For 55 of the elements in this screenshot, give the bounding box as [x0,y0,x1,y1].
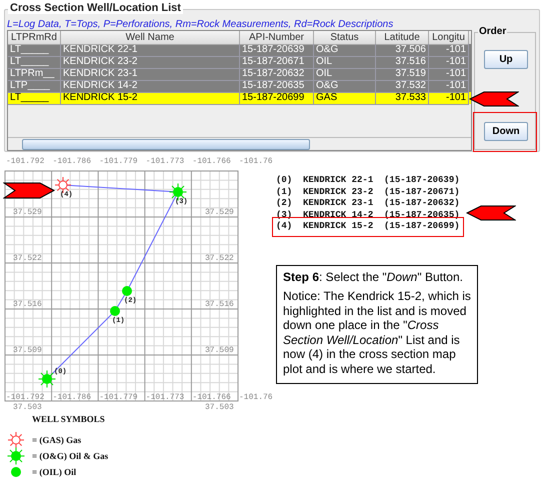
table-row[interactable]: LT_____ KENDRICK 22-1 15-187-20639 O&G 37.506 -101 [8,44,471,56]
axis-tick-label: -101.766 [192,393,231,402]
table-cell: LT_____ [8,92,61,105]
horizontal-scrollbar[interactable] [8,137,471,150]
axis-tick-label: 37.509 [13,346,42,355]
axis-tick-label: -101.773 [146,393,184,402]
axis-tick-label: -101.792 [6,157,44,166]
axis-tick-label: 37.503 [205,403,234,412]
axis-tick-label: -101.773 [146,157,184,166]
step-heading: Step 6: Select the "Down" Button. [283,270,464,284]
legend-label: = (GAS) Gas [32,435,82,445]
axis-tick-label: -101.786 [52,393,91,402]
axis-tick-label: 37.522 [13,254,42,263]
axis-tick-label: -101.779 [99,393,138,402]
listing-line: (0) KENDRICK 22-1 (15-187-20639) [276,175,460,186]
table-cell: -101 [429,92,469,105]
order-button[interactable]: Up [484,50,528,69]
order-button[interactable]: Down [484,122,528,141]
axis-tick-label: -101.766 [192,157,231,166]
arrow-icon [466,205,516,221]
arrow-icon [3,182,55,199]
axis-tick-label: -101.792 [6,393,44,402]
gas-well-icon [8,432,24,448]
listing-line: (1) KENDRICK 23-2 (15-187-20671) [276,186,460,198]
arrow-icon [469,91,519,107]
axis-tick-label: 37.516 [205,300,234,309]
oil-gas-well-icon [38,370,56,388]
table-row[interactable]: LTP____ KENDRICK 14-2 15-187-20635 O&G 37.532 -101 [8,80,471,92]
legend-text: L=Log Data, T=Tops, P=Perforations, Rm=Rock Measurements, Rd=Rock Descriptions [7,19,394,30]
axis-tick-label: -101.76 [239,393,272,402]
oil-gas-well-icon [7,447,25,465]
table-cell: 37.533 [376,92,429,105]
axis-tick-label: 37.509 [205,346,234,355]
axis-tick-label: 37.529 [205,208,234,217]
listing-line: (2) KENDRICK 23-1 (15-187-20632) [276,198,460,210]
legend-title: WELL SYMBOLS [32,414,105,424]
axis-tick-label: 37.529 [13,208,42,217]
table-cell: KENDRICK 15-2 [61,92,240,105]
notice-text: Notice: The Kendrick 15-2, which is highlighted in the list and is moved down one place in the "Cross Section Well/Location" List and is now (4) in the cross section map plot and is where we started. [283,289,471,377]
axis-tick-label: 37.522 [205,254,234,263]
table-cell: GAS [314,92,376,105]
table-row[interactable]: LTPRm__ KENDRICK 23-1 15-187-20632 OIL 37.519 -101 [8,68,471,80]
oil-well-icon [11,467,21,477]
axis-tick-label: -101.76 [239,157,272,166]
panel-title: Cross Section Well/Location List [8,2,183,14]
axis-tick-label: -101.786 [52,157,91,166]
axis-tick-label: 37.503 [13,403,42,412]
axis-tick-label: 37.516 [13,300,42,309]
legend-label: = (O&G) Oil & Gas [32,451,108,461]
table-row[interactable]: LT_____ KENDRICK 23-2 15-187-20671 OIL 37.516 -101 [8,56,471,68]
table-row[interactable]: LT_____ KENDRICK 15-2 15-187-20699 GAS 37.533 -101 [8,92,471,104]
group-title: Order [478,26,508,37]
table-cell: 15-187-20699 [240,92,314,105]
legend-label: = (OIL) Oil [32,467,76,477]
axis-tick-label: -101.779 [99,157,138,166]
